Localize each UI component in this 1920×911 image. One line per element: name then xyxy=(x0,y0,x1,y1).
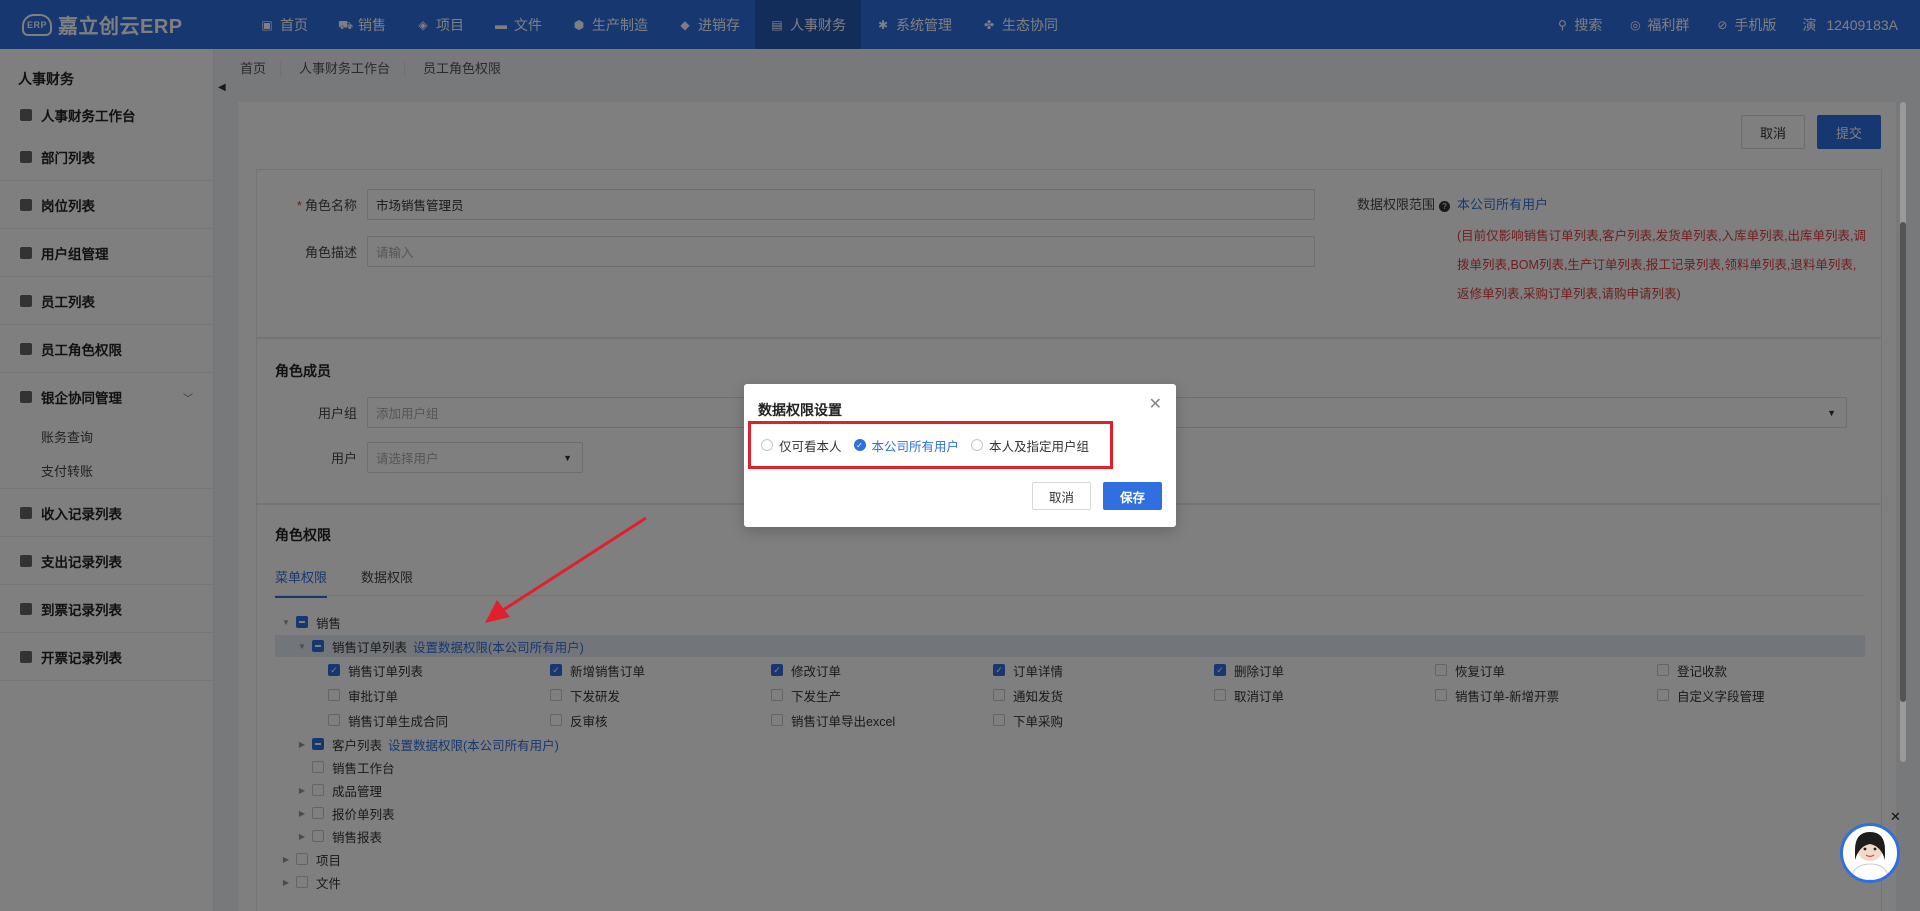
dialog-title: 数据权限设置 xyxy=(758,402,842,418)
close-icon[interactable]: ✕ xyxy=(1149,394,1162,414)
radio-all-company-users[interactable]: ✓ 本公司所有用户 xyxy=(853,436,959,455)
radio-self-only[interactable]: 仅可看本人 xyxy=(761,436,842,455)
assistant-avatar[interactable] xyxy=(1840,823,1900,883)
dialog-cancel-button[interactable]: 取消 xyxy=(1031,482,1091,510)
close-icon[interactable]: ✕ xyxy=(1890,809,1901,825)
radio-unchecked-icon xyxy=(761,439,773,451)
radio-checked-icon: ✓ xyxy=(853,439,866,451)
scrollbar-thumb[interactable] xyxy=(1900,222,1906,702)
dialog-save-button[interactable]: 保存 xyxy=(1102,482,1162,510)
data-permission-dialog: 数据权限设置 ✕ 仅可看本人 ✓ 本公司所有用户 本人及指定用户组 取消 保存 xyxy=(744,384,1176,527)
dialog-footer: 取消 保存 xyxy=(1031,482,1162,510)
radio-self-and-groups[interactable]: 本人及指定用户组 xyxy=(971,436,1089,455)
radio-unchecked-icon xyxy=(971,439,984,451)
scope-radio-group: 仅可看本人 ✓ 本公司所有用户 本人及指定用户组 xyxy=(748,421,1113,469)
person-avatar-icon xyxy=(1850,832,1890,880)
page-scrollbar[interactable] xyxy=(1900,102,1906,762)
